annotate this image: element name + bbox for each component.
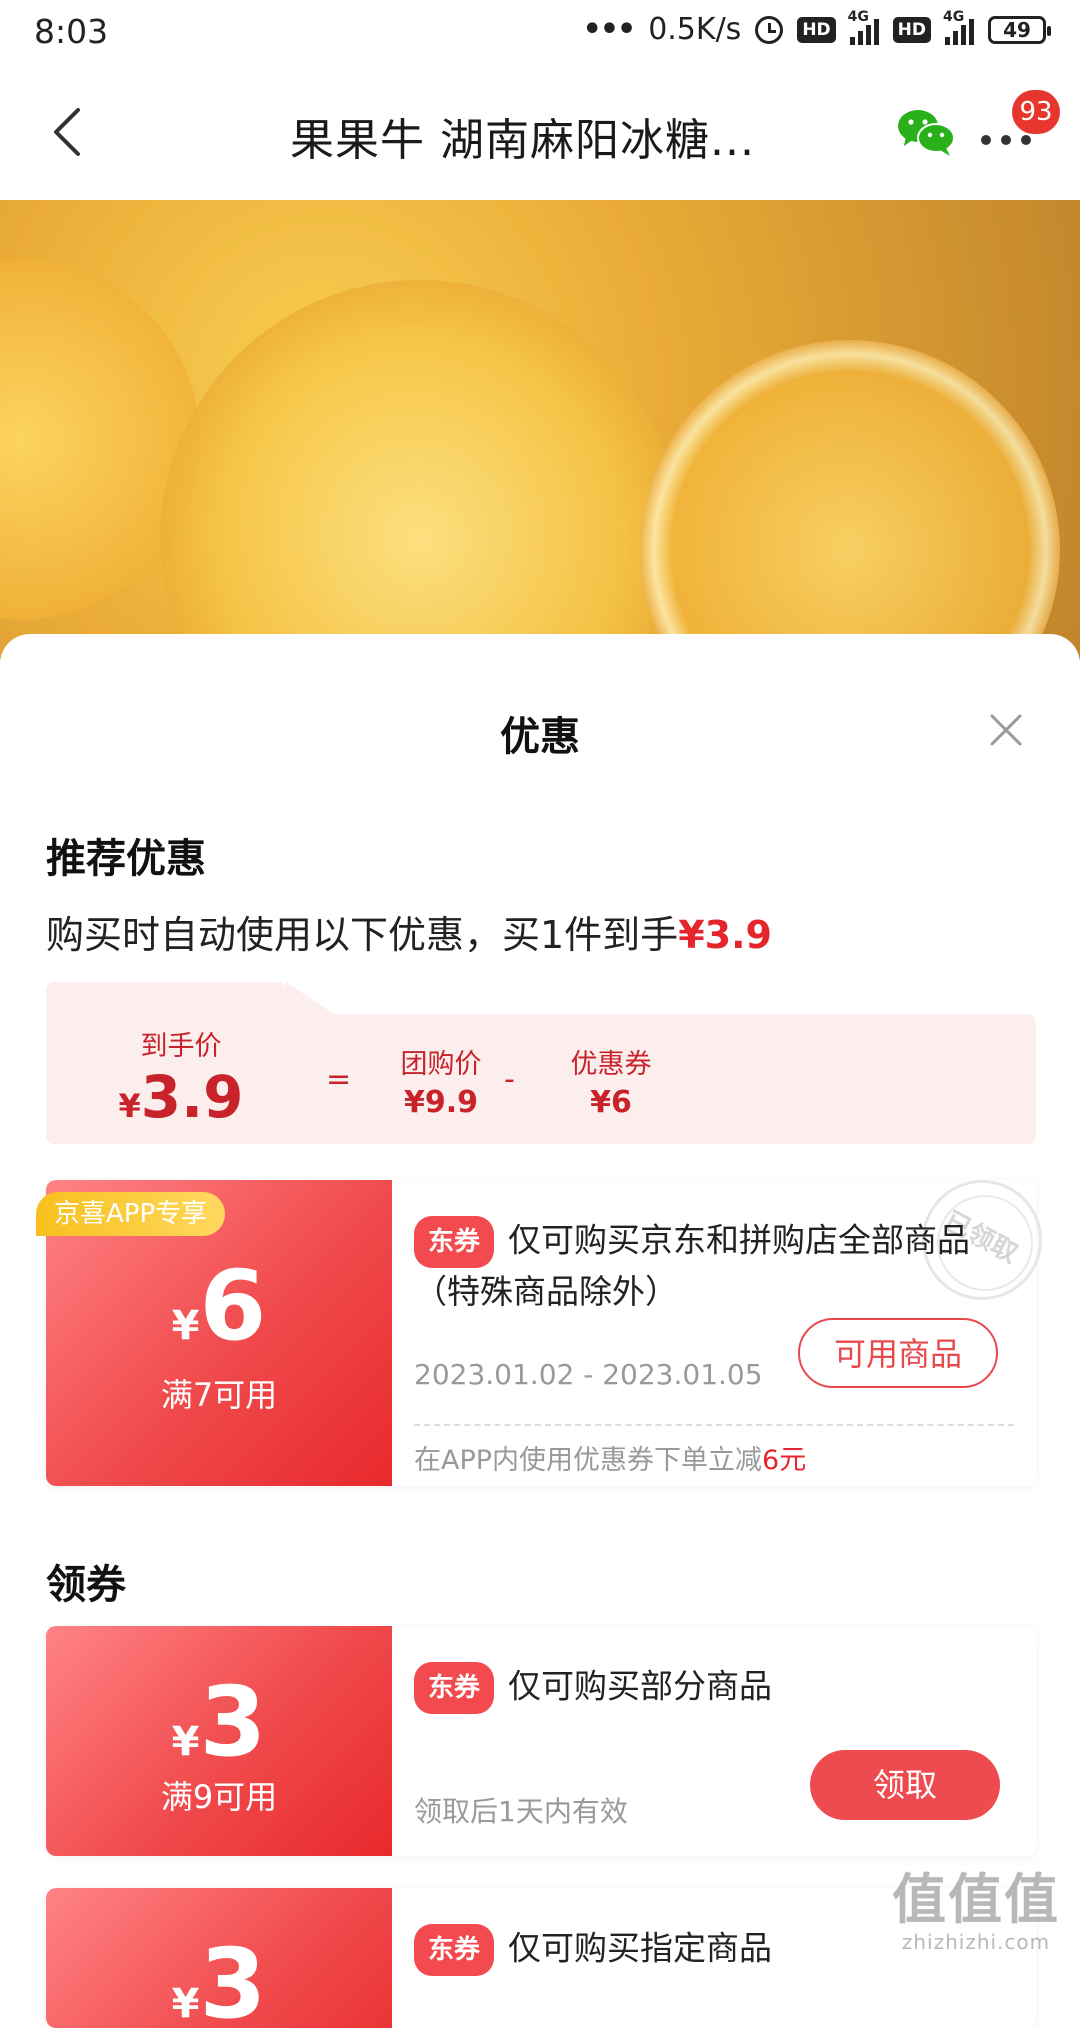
signal-icon-2: 4G xyxy=(943,9,974,45)
close-button[interactable] xyxy=(988,712,1024,748)
coupon-validity-date: 2023.01.02 - 2023.01.05 xyxy=(414,1358,763,1391)
back-button[interactable] xyxy=(40,102,100,162)
coupon-amount: ¥3 xyxy=(171,1666,267,1778)
coupon-card: ¥3 东券 仅可购买指定商品 xyxy=(46,1888,1036,2028)
coupon-deduction: 优惠券 ¥6 xyxy=(570,1049,652,1120)
coupon-type-tag: 东券 xyxy=(414,1662,495,1714)
coupon-amount: ¥6 xyxy=(171,1250,267,1362)
hd-icon: HD xyxy=(797,16,836,43)
coupon-type-tag: 东券 xyxy=(414,1216,495,1268)
network-speed: 0.5K/s xyxy=(648,12,742,47)
alarm-icon xyxy=(755,15,784,44)
coupon-validity: 领取后1天内有效 xyxy=(414,1795,628,1828)
coupon-description: 东券 仅可购买部分商品 xyxy=(414,1662,1014,1714)
claim-coupon-section-title: 领券 xyxy=(46,1562,126,1608)
status-bar: 8:03 ••• 0.5K/s HD 4G HD 4G 49 xyxy=(0,0,1080,68)
nav-bar: 果果牛 湖南麻阳冰糖... 93 xyxy=(0,68,1080,200)
coupon-note: 在APP内使用优惠券下单立减6元 xyxy=(414,1445,807,1476)
chevron-left-icon xyxy=(54,108,80,156)
page-title: 果果牛 湖南麻阳冰糖... xyxy=(290,115,755,166)
discount-sheet: 优惠 推荐优惠 购买时自动使用以下优惠，买1件到手¥3.9 到手价 ¥3.9 =… xyxy=(0,634,1080,2028)
status-more-dots: ••• xyxy=(582,12,637,47)
status-icons: ••• 0.5K/s HD 4G HD 4G 49 xyxy=(582,9,1051,47)
close-icon xyxy=(990,714,1022,746)
coupon-condition: 满9可用 xyxy=(160,1778,278,1816)
coupon-amount: ¥3 xyxy=(171,1928,267,2028)
site-watermark: 值值值 zhizhizhi.com xyxy=(892,1868,1060,1954)
final-price: 到手价 ¥3.9 xyxy=(118,1031,244,1131)
sheet-title: 优惠 xyxy=(500,714,580,760)
battery-icon: 49 xyxy=(988,15,1051,44)
coupon-amount-panel: ¥3 满9可用 xyxy=(46,1626,392,1856)
group-price: 团购价 ¥9.9 xyxy=(400,1049,482,1120)
equals-sign: = xyxy=(326,1062,352,1097)
recommend-description: 购买时自动使用以下优惠，买1件到手¥3.9 xyxy=(46,913,772,957)
available-products-button[interactable]: 可用商品 xyxy=(798,1318,998,1388)
coupon-type-tag: 东券 xyxy=(414,1924,495,1976)
coupon-description: 东券 仅可购买京东和拼购店全部商品（特殊商品除外） xyxy=(414,1216,1014,1316)
hd-icon-2: HD xyxy=(892,16,931,43)
recommend-section-title: 推荐优惠 xyxy=(46,836,206,882)
coupon-condition: 满7可用 xyxy=(160,1376,278,1414)
product-image xyxy=(0,200,1080,660)
recommend-price: ¥3.9 xyxy=(678,913,772,957)
wechat-share-button[interactable] xyxy=(896,106,956,158)
minus-sign: - xyxy=(504,1062,515,1097)
status-time: 8:03 xyxy=(34,12,109,51)
wechat-icon xyxy=(898,110,955,156)
coupon-amount-panel: ¥3 xyxy=(46,1888,392,2028)
dashed-divider xyxy=(414,1424,1014,1426)
signal-icon: 4G xyxy=(848,9,879,45)
price-breakdown: 到手价 ¥3.9 = 团购价 ¥9.9 - 优惠券 ¥6 xyxy=(46,982,1036,1144)
coupon-card: ¥3 满9可用 东券 仅可购买部分商品 领取后1天内有效 领取 xyxy=(46,1626,1036,1856)
coupon-card-applied: ¥6 满7可用 京喜APP专享 已领取 东券 仅可购买京东和拼购店全部商品（特殊商… xyxy=(36,1180,1042,1486)
claim-button[interactable]: 领取 xyxy=(810,1750,1000,1820)
app-exclusive-tag: 京喜APP专享 xyxy=(36,1192,226,1236)
notification-badge: 93 xyxy=(1012,90,1060,134)
